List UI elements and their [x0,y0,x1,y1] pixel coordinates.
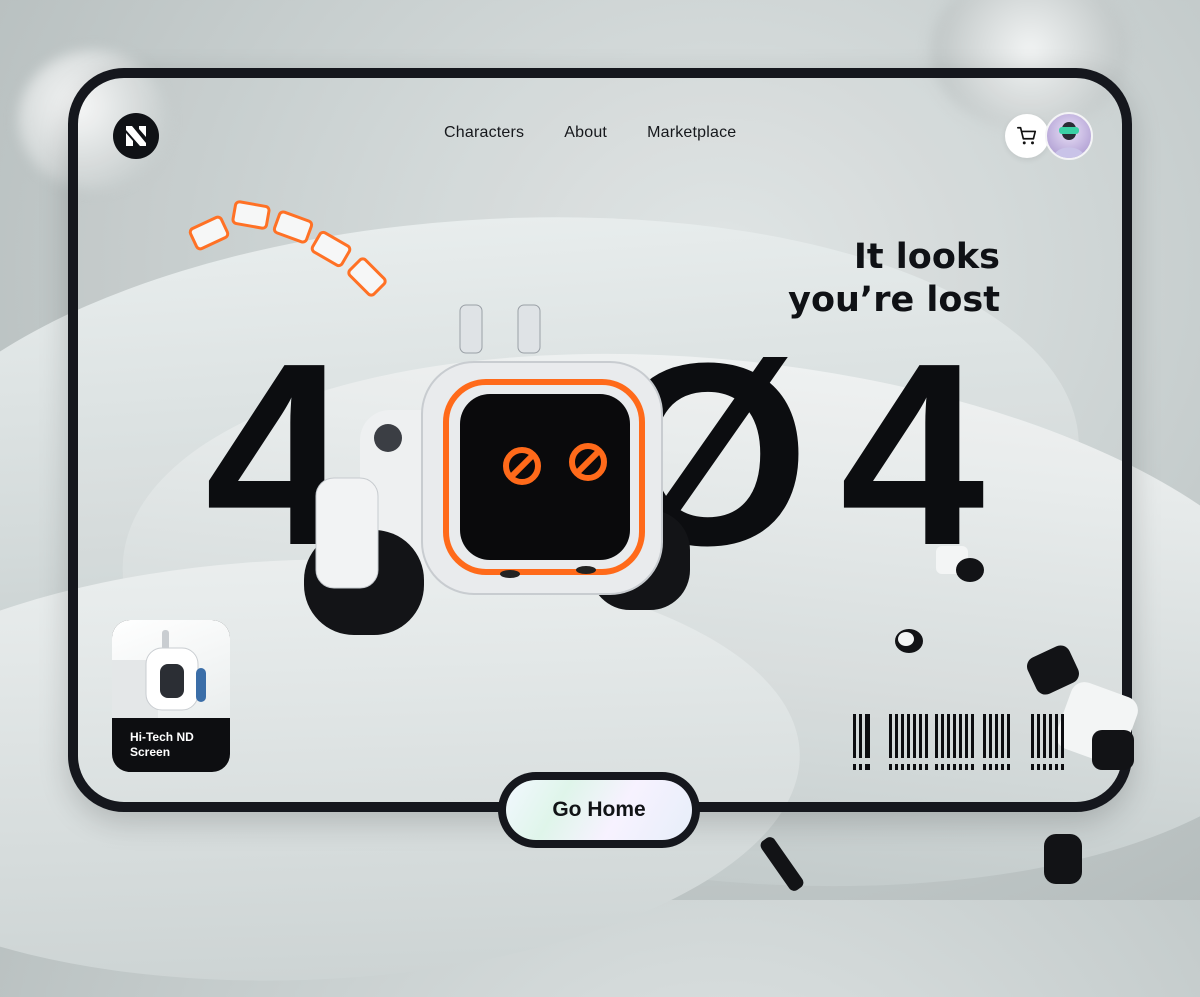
floating-pin-decoration [760,837,804,891]
avatar-portrait-icon [1053,122,1085,158]
robot-illustration [304,304,690,635]
user-avatar[interactable] [1045,112,1093,160]
robot-thumbnail [112,630,206,718]
product-card-image [112,620,230,718]
go-home-button-frame: Go Home [498,772,700,848]
cart-button[interactable] [1005,114,1049,158]
n-logo-icon [126,126,146,146]
nav-link-marketplace[interactable]: Marketplace [647,124,736,142]
go-home-button[interactable]: Go Home [506,780,692,840]
floating-wheel-decoration [895,629,923,653]
brand-logo[interactable] [113,113,159,159]
cart-icon [1017,126,1037,145]
nav-link-characters[interactable]: Characters [444,124,524,142]
product-card[interactable]: Hi-Tech ND Screen [112,620,230,772]
floating-cap-decoration [1044,834,1082,884]
floating-cube-decoration [936,546,984,582]
nav-link-about[interactable]: About [564,124,607,142]
barcode-decoration [853,714,1064,770]
headline-line-1: It looks [853,237,1000,277]
main-nav: Characters About Marketplace [444,124,736,142]
product-card-title: Hi-Tech ND Screen [130,730,194,759]
